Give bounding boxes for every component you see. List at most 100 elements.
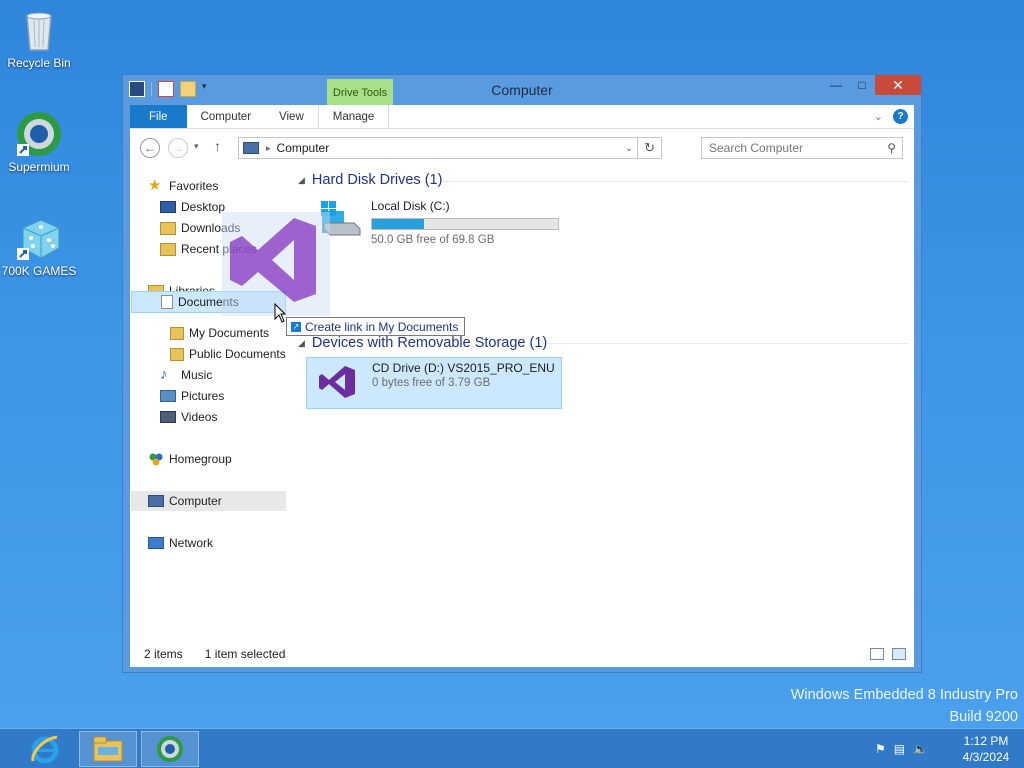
back-button[interactable]: ← <box>140 138 160 158</box>
drag-tooltip-text: Create link in My Documents <box>305 319 459 334</box>
refresh-icon[interactable]: ↻ <box>644 140 655 156</box>
music-icon: ♪ <box>160 366 168 383</box>
nav-pictures[interactable]: Pictures <box>160 386 224 406</box>
star-icon: ★ <box>148 177 162 194</box>
nav-label: Computer <box>169 494 222 508</box>
taskbar-file-explorer[interactable] <box>79 731 137 767</box>
nav-my-documents[interactable]: My Documents <box>170 323 269 343</box>
group-header-removable-storage[interactable]: ◢ Devices with Removable Storage (1) <box>298 335 547 351</box>
folder-icon <box>170 347 184 361</box>
desktop-icon-supermium[interactable]: Supermium <box>0 110 78 174</box>
build-text: Build 9200 <box>949 709 1018 725</box>
taskbar-clock[interactable]: 1:12 PM 4/3/2024 <box>948 733 1024 765</box>
maximize-button[interactable]: □ <box>849 75 875 95</box>
details-view-icon[interactable] <box>870 648 884 660</box>
help-icon[interactable]: ? <box>893 109 908 124</box>
nav-computer[interactable]: Computer <box>131 491 286 511</box>
computer-icon <box>148 495 164 507</box>
group-title: Hard Disk Drives (1) <box>311 172 443 188</box>
mouse-cursor-icon <box>274 302 287 326</box>
edition-watermark: Windows Embedded 8 Industry Pro Build 92… <box>791 684 1018 728</box>
group-header-hard-disk-drives[interactable]: ◢ Hard Disk Drives (1) <box>298 172 442 188</box>
homegroup-icon <box>148 451 164 467</box>
taskbar-internet-explorer[interactable] <box>16 731 74 767</box>
network-icon <box>148 537 164 549</box>
taskbar-supermium[interactable] <box>141 731 199 767</box>
desktop-icon <box>160 201 176 213</box>
group-divider <box>442 181 908 182</box>
address-bar[interactable]: ▸ Computer ⌄ ↻ <box>238 137 662 159</box>
edition-text: Windows Embedded 8 Industry Pro <box>790 687 1018 703</box>
clock-time: 1:12 PM <box>963 734 1009 748</box>
pictures-icon <box>160 390 176 402</box>
file-list: ◢ Hard Disk Drives (1) Local Disk (C:) 5… <box>292 167 912 641</box>
visual-studio-icon <box>230 218 316 302</box>
nav-label: Public Documents <box>189 347 286 361</box>
status-item-count: 2 items <box>144 647 183 661</box>
breadcrumb-separator-icon[interactable]: ▸ <box>266 143 271 154</box>
nav-music[interactable]: ♪ Music <box>160 365 212 385</box>
recycle-bin-icon <box>15 6 63 54</box>
desktop-icon-recycle-bin[interactable]: Recycle Bin <box>0 6 78 70</box>
tab-computer[interactable]: Computer <box>187 105 266 128</box>
drive-name: Local Disk (C:) <box>371 199 450 213</box>
tab-file[interactable]: File <box>130 105 187 128</box>
desktop-icon-label: Recycle Bin <box>7 56 71 70</box>
drive-usage-bar <box>371 218 559 230</box>
file-explorer-icon <box>93 736 123 762</box>
nav-favorites[interactable]: ★ Favorites <box>148 176 218 196</box>
window-title: Computer <box>491 82 553 98</box>
expand-ribbon-chevron-icon[interactable]: ⌄ <box>874 110 883 123</box>
nav-label: Desktop <box>181 200 226 214</box>
search-placeholder: Search Computer <box>709 141 804 155</box>
up-arrow-icon[interactable]: ↑ <box>214 138 221 154</box>
status-selection-count: 1 item selected <box>204 647 286 661</box>
address-dropdown-chevron-icon[interactable]: ⌄ <box>625 143 633 154</box>
drive-cd-d[interactable]: CD Drive (D:) VS2015_PRO_ENU 0 bytes fre… <box>306 357 562 409</box>
collapse-triangle-icon[interactable]: ◢ <box>298 175 305 186</box>
nav-public-documents[interactable]: Public Documents <box>170 344 286 364</box>
search-icon[interactable]: ⚲ <box>887 141 896 155</box>
supermium-icon <box>157 736 183 762</box>
nav-homegroup[interactable]: Homegroup <box>148 449 232 469</box>
desktop-icon-700k-games[interactable]: 700K GAMES <box>0 214 78 278</box>
drag-tooltip: ↗ Create link in My Documents <box>286 317 466 336</box>
group-title: Devices with Removable Storage (1) <box>311 335 548 351</box>
close-button[interactable]: ✕ <box>875 75 921 95</box>
window-controls: — □ ✕ <box>823 75 921 95</box>
tab-manage[interactable]: Manage <box>317 105 390 128</box>
drive-name: CD Drive (D:) VS2015_PRO_ENU <box>372 361 555 375</box>
nav-label: My Documents <box>189 326 270 340</box>
recent-locations-chevron-icon[interactable]: ▾ <box>194 141 199 152</box>
drive-local-disk-c[interactable]: Local Disk (C:) 50.0 GB free of 69.8 GB <box>306 193 562 246</box>
tab-view[interactable]: View <box>265 105 318 128</box>
minimize-button[interactable]: — <box>823 75 849 95</box>
large-icons-view-icon[interactable] <box>892 648 906 660</box>
volume-muted-icon[interactable]: 🔈 <box>913 742 928 756</box>
supermium-icon <box>15 110 63 158</box>
action-center-flag-icon[interactable]: ⚑ <box>875 742 886 756</box>
drag-ghost <box>222 212 330 316</box>
title-bar[interactable]: ▾ Drive Tools Computer — □ ✕ <box>123 75 921 105</box>
nav-label: Homegroup <box>169 452 232 466</box>
nav-network[interactable]: Network <box>148 533 213 553</box>
collapse-triangle-icon[interactable]: ◢ <box>298 338 305 349</box>
nav-desktop[interactable]: Desktop <box>160 197 225 217</box>
folder-icon <box>170 326 184 340</box>
nav-videos[interactable]: Videos <box>160 407 217 427</box>
nav-label: Music <box>181 368 213 382</box>
dice-icon <box>15 214 63 262</box>
group-divider <box>548 343 908 344</box>
nav-label: Favorites <box>169 179 219 193</box>
network-status-icon[interactable]: ▤ <box>894 742 905 756</box>
search-input[interactable]: Search Computer ⚲ <box>701 137 903 159</box>
nav-label: Network <box>169 536 214 550</box>
recent-places-icon <box>160 242 176 256</box>
downloads-icon <box>160 221 176 235</box>
documents-icon <box>161 295 173 309</box>
internet-explorer-icon <box>31 735 59 764</box>
drive-free-space: 50.0 GB free of 69.8 GB <box>371 234 495 246</box>
breadcrumb-computer[interactable]: Computer <box>277 141 330 155</box>
forward-button[interactable]: → <box>168 138 188 158</box>
clock-date: 4/3/2024 <box>962 750 1010 764</box>
